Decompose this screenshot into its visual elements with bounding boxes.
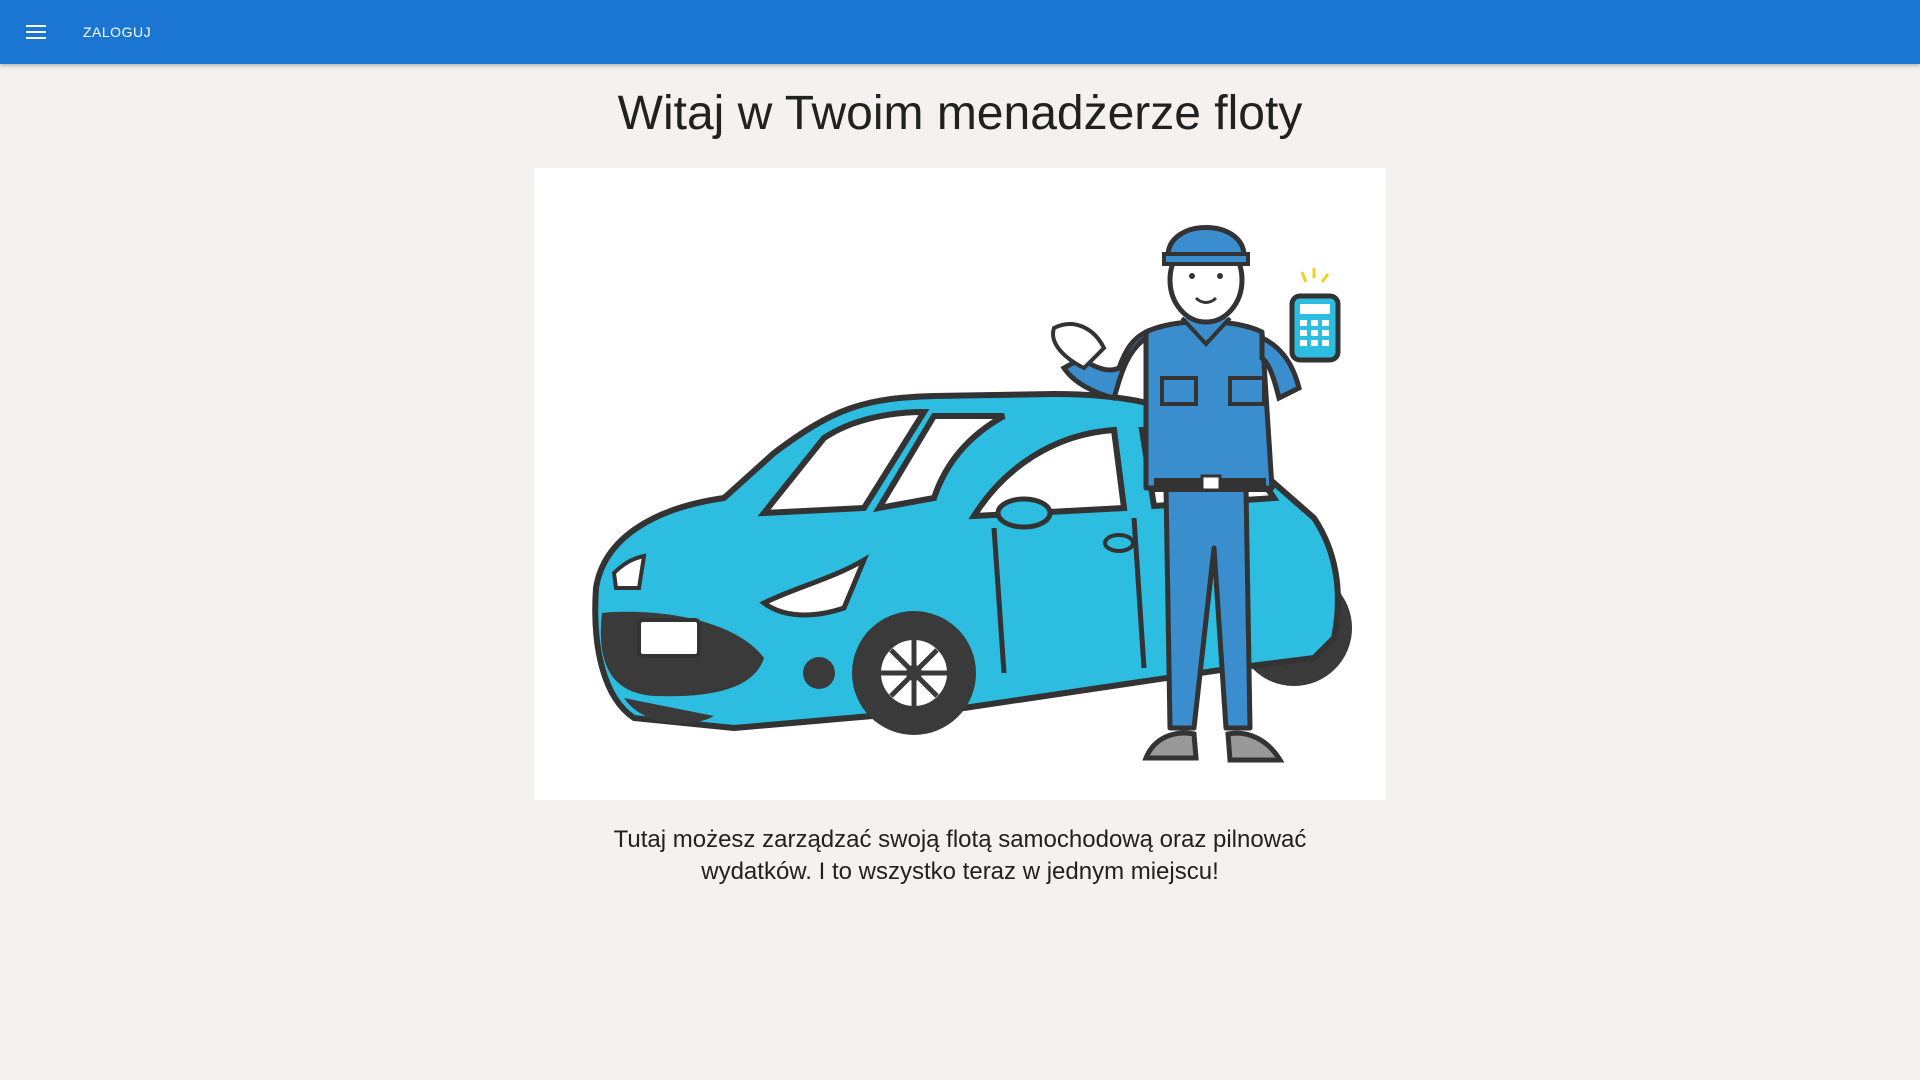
- login-button[interactable]: ZALOGUJ: [83, 24, 151, 40]
- hero-illustration: [534, 168, 1386, 800]
- welcome-description: Tutaj możesz zarządzać swoją flotą samoc…: [613, 826, 1307, 885]
- top-app-bar: ZALOGUJ: [0, 0, 1920, 64]
- car-and-mechanic-illustration: [592, 225, 1352, 763]
- hamburger-menu-icon[interactable]: [21, 17, 51, 47]
- page-title: Witaj w Twoim menadżerze floty: [617, 87, 1303, 140]
